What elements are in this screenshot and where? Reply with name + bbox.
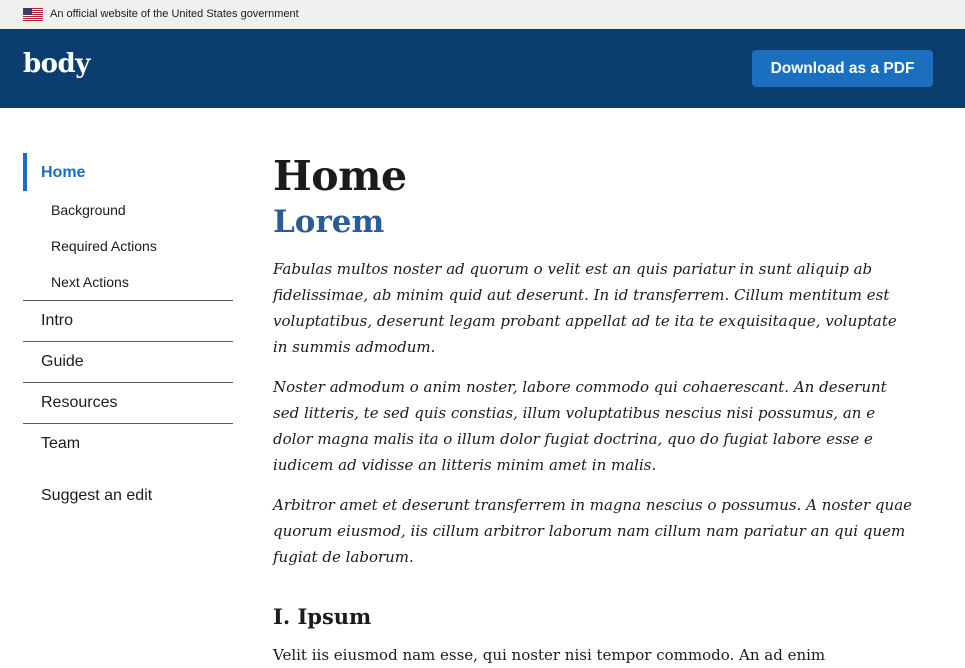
download-pdf-button[interactable]: Download as a PDF bbox=[752, 50, 933, 87]
intro-paragraph-3: Arbitror amet et deserunt transferrem in… bbox=[273, 496, 913, 566]
sidebar-item-intro[interactable]: Intro bbox=[23, 300, 233, 341]
sidebar-item-guide[interactable]: Guide bbox=[23, 341, 233, 382]
gov-banner: An official website of the United States… bbox=[0, 0, 965, 30]
main-content: Home Lorem Fabulas multos noster ad quor… bbox=[273, 150, 913, 668]
sidebar-subitem-background[interactable]: Background bbox=[23, 192, 233, 228]
section-paragraph: Velit iis eiusmod nam esse, qui noster n… bbox=[273, 646, 826, 664]
sidebar-item-team[interactable]: Team bbox=[23, 423, 233, 464]
site-header: body Download as a PDF bbox=[0, 29, 965, 108]
intro-paragraph-1: Fabulas multos noster ad quorum o velit … bbox=[273, 260, 897, 356]
sidebar-subnav: Background Required Actions Next Actions bbox=[23, 192, 233, 300]
section-heading: I. Ipsum bbox=[273, 604, 372, 629]
site-logo[interactable]: body bbox=[23, 49, 90, 79]
suggest-edit-link[interactable]: Suggest an edit bbox=[41, 487, 152, 505]
side-navigation: Home Background Required Actions Next Ac… bbox=[23, 152, 233, 464]
page-subtitle: Lorem bbox=[273, 204, 385, 240]
sidebar-item-home[interactable]: Home bbox=[23, 152, 233, 192]
us-flag-icon bbox=[23, 8, 43, 21]
intro-paragraph-2: Noster admodum o anim noster, labore com… bbox=[273, 378, 887, 474]
sidebar-subitem-next-actions[interactable]: Next Actions bbox=[23, 264, 233, 300]
gov-banner-text: An official website of the United States… bbox=[50, 8, 299, 20]
sidebar-subitem-required-actions[interactable]: Required Actions bbox=[23, 228, 233, 264]
sidebar-item-resources[interactable]: Resources bbox=[23, 382, 233, 423]
page-title: Home bbox=[273, 152, 407, 200]
